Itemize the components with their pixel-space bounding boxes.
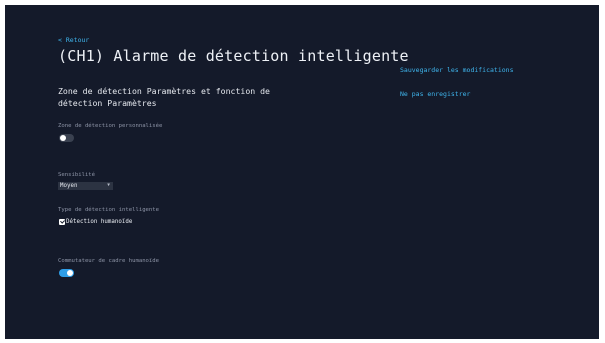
chevron-down-icon: ▼ [107,183,110,188]
discard-changes-button[interactable]: Ne pas enregistrer [400,90,470,98]
back-link[interactable]: < Retour [58,36,89,44]
sensitivity-label: Sensibilité [58,172,96,178]
save-changes-button[interactable]: Sauvegarder les modifications [400,66,514,74]
sensitivity-value: Moyen [60,183,78,189]
detection-type-label: Type de détection intelligente [58,207,160,213]
section-title: Zone de détection Paramètres et fonction… [58,86,270,108]
humanoid-detection-label: Détection humanoïde [66,219,133,225]
sensitivity-select[interactable]: Moyen ▼ [58,182,113,190]
toggle-knob [67,270,73,276]
humanoid-frame-toggle[interactable] [59,269,74,277]
toggle-knob [60,135,66,141]
custom-zone-label: Zone de détection personnalisée [58,123,163,129]
app-screen: < Retour (CH1) Alarme de détection intel… [5,5,599,339]
custom-zone-toggle[interactable] [59,134,74,142]
checkbox-checked-icon[interactable] [59,219,65,225]
page-title: (CH1) Alarme de détection intelligente [58,47,409,65]
humanoid-detection-checkbox-row[interactable]: Détection humanoïde [59,219,132,225]
humanoid-frame-label: Commutateur de cadre humanoïde [58,258,160,264]
